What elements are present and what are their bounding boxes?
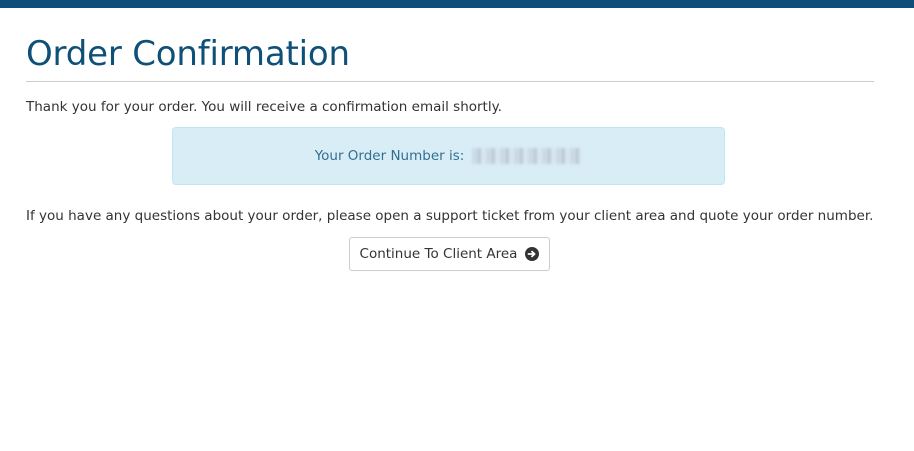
- arrow-circle-right-icon: [525, 247, 540, 261]
- support-info-message: If you have any questions about your ord…: [26, 208, 874, 224]
- page-title: Order Confirmation: [26, 34, 350, 74]
- main-content: Order Confirmation Thank you for your or…: [26, 8, 874, 271]
- top-brand-bar: [0, 0, 914, 8]
- continue-to-client-area-button[interactable]: Continue To Client Area: [349, 237, 550, 271]
- continue-button-label: Continue To Client Area: [359, 246, 518, 262]
- title-divider: [26, 81, 874, 82]
- order-number-alert: Your Order Number is:: [172, 127, 725, 185]
- thank-you-message: Thank you for your order. You will recei…: [26, 99, 502, 115]
- order-number-label: Your Order Number is:: [314, 148, 465, 164]
- order-number-value-redacted: [472, 148, 583, 164]
